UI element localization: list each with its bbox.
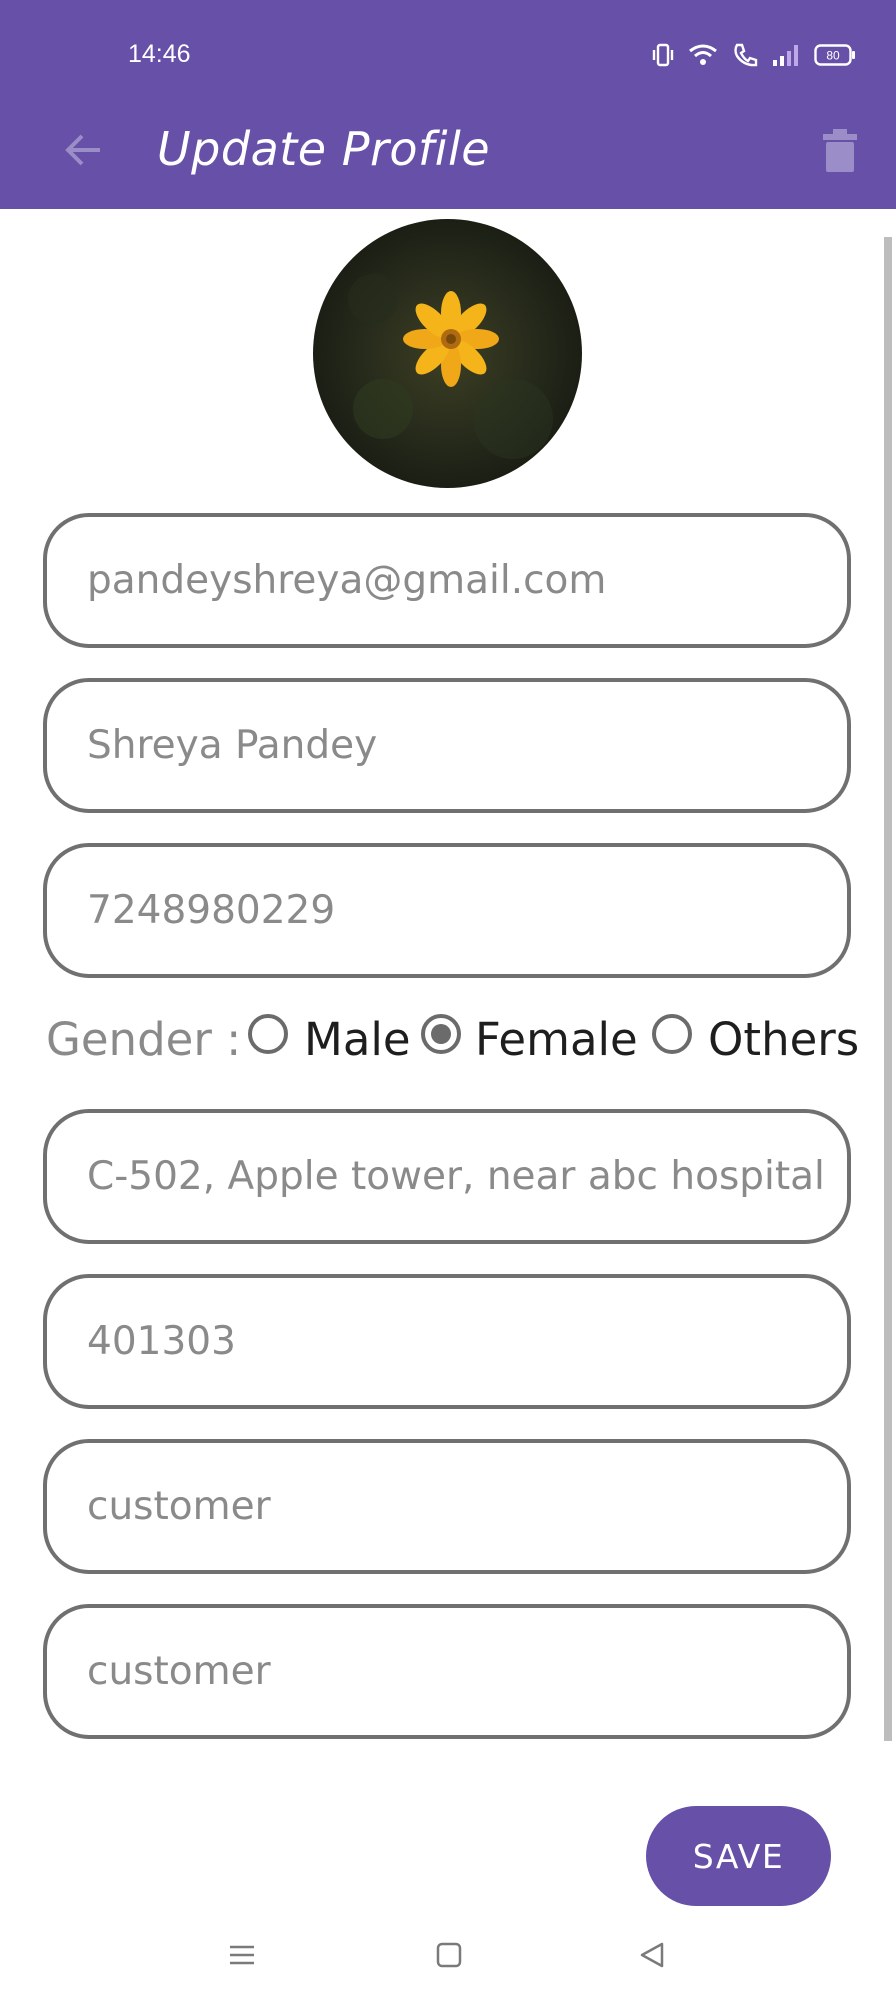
- back-arrow-icon[interactable]: [58, 125, 108, 175]
- status-icons: 80: [652, 42, 856, 68]
- phone-field[interactable]: 7248980229: [43, 843, 851, 978]
- name-field[interactable]: Shreya Pandey: [43, 678, 851, 813]
- radio-female-label[interactable]: Female: [475, 1013, 638, 1066]
- save-button-label: SAVE: [692, 1836, 785, 1876]
- svg-text:80: 80: [826, 49, 840, 63]
- gender-label: Gender :: [46, 1013, 242, 1066]
- status-time: 14:46: [128, 40, 191, 68]
- email-value: pandeyshreya@gmail.com: [87, 558, 607, 603]
- profile-avatar[interactable]: [313, 219, 582, 488]
- page-title: Update Profile: [157, 122, 491, 176]
- system-nav-bar: [0, 1930, 896, 1999]
- call-icon: [734, 43, 758, 67]
- role-field[interactable]: customer: [43, 1439, 851, 1574]
- signal-icon: [773, 45, 798, 66]
- battery-icon: 80: [814, 44, 855, 66]
- role-value: customer: [87, 1484, 271, 1529]
- radio-others[interactable]: [652, 1014, 692, 1054]
- pincode-value: 401303: [87, 1319, 236, 1364]
- wifi-icon: [689, 44, 717, 65]
- pincode-field[interactable]: 401303: [43, 1274, 851, 1409]
- radio-others-label[interactable]: Others: [708, 1013, 859, 1066]
- save-button[interactable]: SAVE: [646, 1806, 831, 1906]
- home-icon[interactable]: [434, 1940, 464, 1970]
- menu-icon[interactable]: [227, 1940, 257, 1970]
- app-bar: 14:46 80 Update Profile: [0, 0, 896, 209]
- back-triangle-icon[interactable]: [637, 1940, 667, 1970]
- phone-value: 7248980229: [87, 888, 336, 933]
- vibrate-icon: [652, 43, 674, 67]
- email-field[interactable]: pandeyshreya@gmail.com: [43, 513, 851, 648]
- radio-male[interactable]: [248, 1014, 288, 1054]
- type-field[interactable]: customer: [43, 1604, 851, 1739]
- trash-icon[interactable]: [820, 128, 860, 172]
- address-field[interactable]: C-502, Apple tower, near abc hospital: [43, 1109, 851, 1244]
- type-value: customer: [87, 1649, 271, 1694]
- gender-radio-group: Gender : Male Female Others: [46, 1005, 866, 1075]
- name-value: Shreya Pandey: [87, 723, 378, 768]
- scrollbar[interactable]: [884, 237, 892, 1741]
- radio-male-label[interactable]: Male: [304, 1013, 411, 1066]
- radio-female[interactable]: [421, 1014, 461, 1054]
- address-value: C-502, Apple tower, near abc hospital: [87, 1154, 825, 1199]
